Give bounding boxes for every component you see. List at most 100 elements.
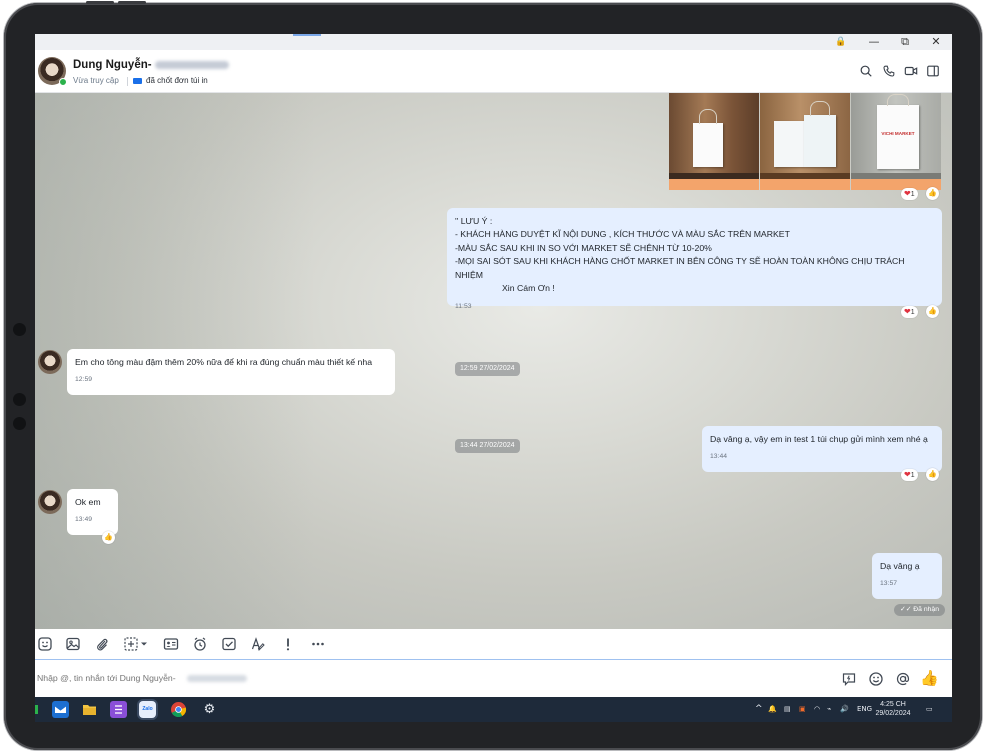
message-input[interactable] — [37, 670, 827, 686]
message-text: Ok em — [75, 497, 101, 507]
paper-bag — [693, 123, 723, 167]
taskbar-left-edge — [35, 705, 38, 714]
product-image-2[interactable] — [760, 93, 850, 190]
tray-app-icon[interactable]: ▤ — [784, 697, 791, 722]
tray-chevron-icon[interactable]: ^ — [755, 697, 763, 722]
heart-icon: ❤ — [904, 189, 911, 198]
more-icon[interactable] — [310, 636, 326, 652]
bag-handle — [810, 101, 830, 116]
device-top-button — [118, 1, 146, 4]
app-window: 🔒 — ⧉ ✕ Dung Nguyễn- Vừa truy cập đã chố… — [35, 34, 952, 722]
outgoing-message-note[interactable]: '' LƯU Ý : - KHÁCH HÀNG DUYỆT KĨ NỘI DUN… — [447, 208, 942, 310]
urgent-icon[interactable] — [280, 636, 296, 652]
screenshot-icon[interactable] — [123, 636, 139, 652]
message-reaction[interactable]: ❤1 — [901, 469, 918, 481]
image-caption-strip — [669, 179, 759, 190]
product-image-3[interactable]: VICHI MARKET — [851, 93, 941, 190]
last-seen-status: Vừa truy cập — [73, 76, 119, 85]
composer: 👍 — [35, 660, 952, 697]
volume-icon[interactable]: 🔊 — [840, 697, 849, 722]
message-text: Em cho tông màu đậm thêm 20% nữa để khi … — [75, 357, 373, 367]
message-list[interactable]: VICHI MARKET ❤1 👍 '' LƯU Ý : - KHÁCH HÀN… — [35, 93, 952, 629]
reaction-count: 1 — [910, 191, 915, 198]
reaction-count: 1 — [910, 309, 915, 316]
titlebar-accent — [293, 34, 321, 36]
contact-card-icon[interactable] — [163, 636, 179, 652]
task-icon[interactable] — [221, 636, 237, 652]
reminder-icon[interactable] — [192, 636, 208, 652]
contact-avatar[interactable] — [38, 350, 62, 374]
language-indicator[interactable]: ENG — [857, 697, 872, 722]
zalo-app-icon[interactable]: Zalo — [139, 701, 156, 718]
image-caption-strip — [760, 179, 850, 190]
delivery-status: ✓✓ Đã nhận — [894, 604, 945, 616]
wifi-icon[interactable]: ◠ — [814, 697, 820, 722]
video-call-icon[interactable] — [904, 64, 918, 78]
image-icon[interactable] — [65, 636, 81, 652]
zalo-label: Zalo — [142, 706, 153, 712]
quick-message-icon[interactable] — [841, 671, 857, 687]
contact-name[interactable]: Dung Nguyễn- — [73, 59, 229, 71]
chrome-app-icon[interactable] — [170, 701, 187, 718]
maximize-button[interactable]: ⧉ — [891, 34, 919, 50]
incoming-message[interactable]: Ok em 13:49 — [67, 489, 118, 535]
file-explorer-icon[interactable] — [81, 701, 98, 718]
bag-brand-text: VICHI MARKET — [881, 131, 915, 136]
mail-app-icon[interactable] — [52, 701, 69, 718]
lock-icon[interactable]: 🔒 — [827, 34, 855, 50]
search-icon[interactable] — [859, 64, 873, 78]
date-separator: 12:59 27/02/2024 — [455, 362, 520, 376]
outgoing-message[interactable]: Dạ vâng ạ, vậy em in test 1 túi chụp gửi… — [702, 426, 942, 472]
like-button[interactable]: 👍 — [926, 305, 939, 318]
tray-app-icon[interactable]: 🔔 — [768, 697, 777, 722]
heart-icon: ❤ — [904, 307, 911, 316]
product-image-1[interactable] — [669, 93, 759, 190]
reaction-count: 1 — [910, 472, 915, 479]
notification-center-icon[interactable]: ▭ — [926, 697, 933, 722]
emoji-icon[interactable] — [868, 671, 884, 687]
close-button[interactable]: ✕ — [922, 34, 950, 50]
chevron-down-icon[interactable] — [139, 636, 149, 652]
like-button[interactable]: 👍 — [102, 531, 115, 544]
paper-bag — [804, 115, 836, 167]
attachment-icon[interactable] — [94, 636, 110, 652]
text-format-icon[interactable] — [250, 636, 266, 652]
note-reaction[interactable]: ❤1 — [901, 306, 918, 318]
tray-app-icon[interactable]: ▣ — [799, 697, 806, 722]
redacted-phone — [187, 675, 247, 682]
side-dot — [13, 417, 26, 430]
tag-icon — [133, 77, 142, 84]
paper-bag: VICHI MARKET — [877, 105, 919, 169]
like-button[interactable]: 👍 — [926, 468, 939, 481]
header-divider — [127, 77, 128, 86]
like-button[interactable]: 👍 — [926, 187, 939, 200]
minimize-button[interactable]: — — [860, 34, 888, 50]
paper-bag — [774, 121, 804, 167]
sticker-icon[interactable] — [37, 636, 53, 652]
contact-avatar[interactable] — [38, 490, 62, 514]
taskbar-clock[interactable]: 4:25 CH 29/02/2024 — [873, 700, 913, 718]
onenote-app-icon[interactable] — [110, 701, 127, 718]
note-line: - KHÁCH HÀNG DUYỆT KĨ NỘI DUNG , KÍCH TH… — [455, 229, 790, 240]
phone-icon[interactable] — [882, 64, 896, 78]
outgoing-message[interactable]: Dạ vâng ạ 13:57 — [872, 553, 942, 599]
message-time: 11:53 — [455, 302, 472, 310]
bag-handle — [699, 109, 717, 124]
device-top-button — [86, 1, 114, 4]
chat-header: Dung Nguyễn- Vừa truy cập đã chốt đơn tú… — [35, 50, 952, 93]
sidebar-toggle-icon[interactable] — [926, 64, 940, 78]
conversation-tag[interactable]: đã chốt đơn túi in — [133, 76, 208, 85]
incoming-message[interactable]: Em cho tông màu đậm thêm 20% nữa để khi … — [67, 349, 395, 395]
mention-icon[interactable] — [895, 671, 911, 687]
message-time: 13:57 — [880, 580, 898, 588]
message-time: 13:44 — [710, 453, 728, 461]
clock-time: 4:25 CH — [880, 701, 906, 708]
window-titlebar: 🔒 — ⧉ ✕ — [35, 34, 952, 50]
thumbs-up-send-icon[interactable]: 👍 — [920, 669, 939, 687]
clock-date: 29/02/2024 — [875, 710, 911, 717]
image-reaction[interactable]: ❤1 — [901, 188, 918, 200]
settings-gear-icon[interactable]: ⚙ — [201, 701, 218, 718]
network-icon[interactable]: ⌁ — [827, 697, 831, 722]
date-separator: 13:44 27/02/2024 — [455, 439, 520, 453]
os-taskbar: Zalo ⚙ ^ 🔔 ▤ ▣ ◠ ⌁ 🔊 ENG 4:25 CH 29/02/2… — [35, 697, 952, 722]
